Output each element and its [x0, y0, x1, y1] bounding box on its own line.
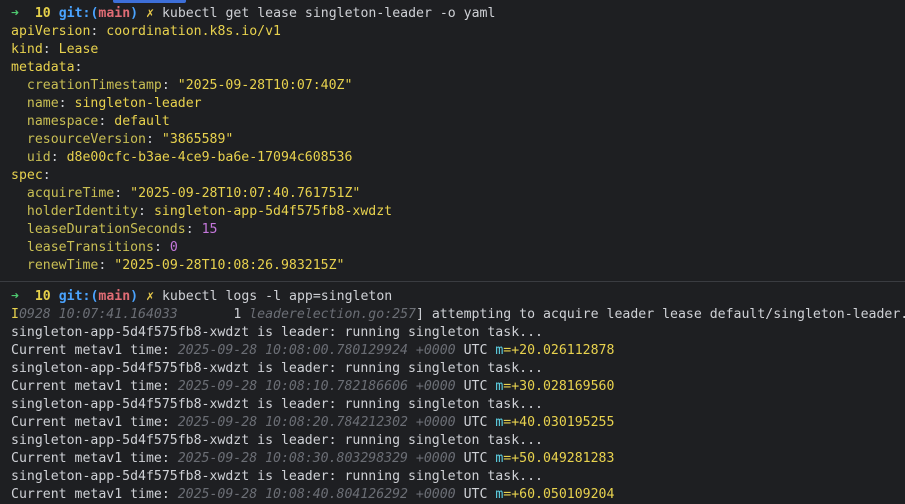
- yaml-line-leasetransitions: leaseTransitions: 0: [26, 240, 178, 255]
- prompt-arrow-icon: ➜: [11, 289, 19, 304]
- shell-prompt-1: ➜ 10 git:(main) ✗ kubectl get lease sing…: [11, 6, 496, 21]
- terminal-output-logs: ➜ 10 git:(main) ✗ kubectl logs -l app=si…: [11, 288, 905, 504]
- dirty-marker-icon: ✗: [146, 6, 155, 21]
- log-line-time: Current metav1 time: 2025-09-28 10:08:00…: [11, 343, 615, 358]
- log-line-time: Current metav1 time: 2025-09-28 10:08:10…: [11, 379, 615, 394]
- yaml-line-spec: spec:: [11, 168, 51, 183]
- log-line-task: singleton-app-5d4f575fb8-xwdzt is leader…: [11, 397, 543, 412]
- log-line-task: singleton-app-5d4f575fb8-xwdzt is leader…: [11, 361, 543, 376]
- log-line-task: singleton-app-5d4f575fb8-xwdzt is leader…: [11, 469, 543, 484]
- prompt-number: 10: [34, 289, 51, 304]
- yaml-line-leasedurationseconds: leaseDurationSeconds: 15: [26, 222, 218, 237]
- yaml-line-metadata: metadata:: [11, 60, 83, 75]
- dirty-marker-icon: ✗: [146, 289, 155, 304]
- log-line-time: Current metav1 time: 2025-09-28 10:08:30…: [11, 451, 615, 466]
- prompt-arrow-icon: ➜: [11, 6, 19, 21]
- yaml-line-kind: kind: Lease: [11, 42, 99, 57]
- yaml-line-creationtimestamp: creationTimestamp: "2025-09-28T10:07:40Z…: [26, 78, 353, 93]
- shell-prompt-2: ➜ 10 git:(main) ✗ kubectl logs -l app=si…: [11, 289, 393, 304]
- yaml-line-namespace: namespace: default: [26, 114, 170, 129]
- log-line-time: Current metav1 time: 2025-09-28 10:08:40…: [11, 487, 615, 502]
- command-divider: [0, 281, 905, 282]
- command-text: kubectl get lease singleton-leader -o ya…: [161, 6, 496, 21]
- command-text: kubectl logs -l app=singleton: [161, 289, 393, 304]
- yaml-line-holderidentity: holderIdentity: singleton-app-5d4f575fb8…: [26, 204, 393, 219]
- git-branch: main: [98, 289, 131, 304]
- git-label: git:(: [58, 289, 99, 304]
- yaml-line-apiversion: apiVersion: coordination.k8s.io/v1: [11, 24, 281, 39]
- yaml-line-uid: uid: d8e00cfc-b3ae-4ce9-ba6e-17094c60853…: [26, 150, 353, 165]
- yaml-line-renewtime: renewTime: "2025-09-28T10:08:26.983215Z": [26, 258, 345, 273]
- git-branch: main: [98, 6, 131, 21]
- active-tab-indicator: [113, 0, 186, 3]
- log-line-task: singleton-app-5d4f575fb8-xwdzt is leader…: [11, 433, 543, 448]
- log-line-task: singleton-app-5d4f575fb8-xwdzt is leader…: [11, 325, 543, 340]
- git-label: git:(: [58, 6, 99, 21]
- yaml-line-acquiretime: acquireTime: "2025-09-28T10:07:40.761751…: [26, 186, 361, 201]
- yaml-line-resourceversion: resourceVersion: "3865589": [26, 132, 234, 147]
- log-line-time: Current metav1 time: 2025-09-28 10:08:20…: [11, 415, 615, 430]
- yaml-line-name: name: singleton-leader: [26, 96, 202, 111]
- log-line-klog: I0928 10:07:41.164033 1 leaderelection.g…: [11, 307, 905, 322]
- terminal-output-yaml: ➜ 10 git:(main) ✗ kubectl get lease sing…: [11, 5, 905, 275]
- prompt-number: 10: [34, 6, 51, 21]
